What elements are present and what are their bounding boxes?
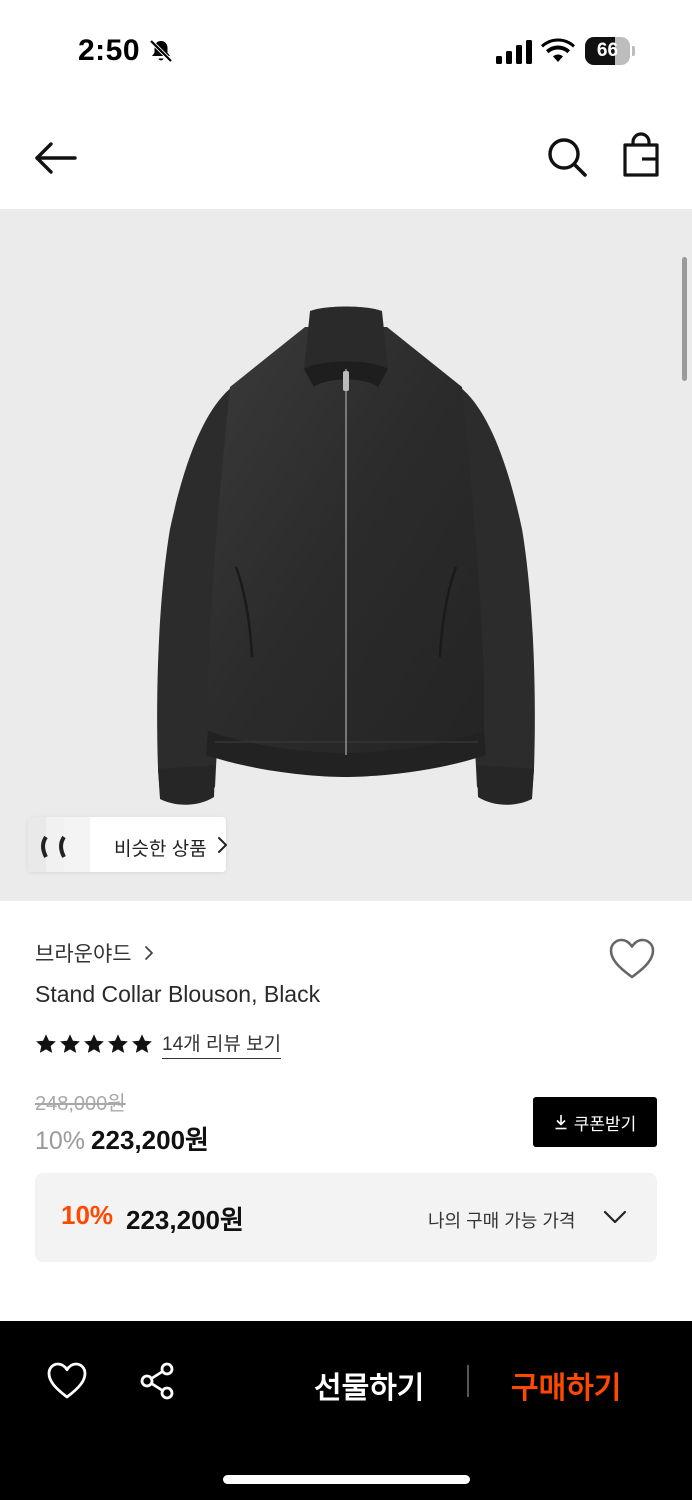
star-icon <box>132 1034 152 1053</box>
buy-button[interactable]: 구매하기 <box>511 1363 621 1407</box>
home-indicator[interactable] <box>223 1475 470 1484</box>
discount-rate: 10% <box>35 1127 86 1155</box>
bottom-action-bar: 선물하기 구매하기 <box>0 1321 692 1500</box>
rating-row: 14개 리뷰 보기 <box>35 1028 282 1060</box>
star-icon <box>60 1034 80 1053</box>
review-link[interactable]: 14개 리뷰 보기 <box>162 1029 282 1059</box>
chevron-right-icon <box>144 946 153 960</box>
similar-thumbnails <box>28 817 90 872</box>
coupon-label: 쿠폰받기 <box>573 1114 637 1134</box>
heart-icon[interactable] <box>46 1361 88 1401</box>
best-discount: 10% <box>61 1200 114 1230</box>
similar-products-label: 비슷한 상품 <box>114 839 207 860</box>
signal-icon <box>496 40 532 64</box>
star-icon <box>36 1034 56 1053</box>
star-icon <box>108 1034 128 1053</box>
gift-button[interactable]: 선물하기 <box>314 1363 424 1407</box>
search-icon[interactable] <box>544 134 590 180</box>
best-price-label: 나의 구매 가능 가격 <box>428 1211 576 1231</box>
best-price: 223,200원 <box>126 1205 244 1235</box>
brand-name: 브라운야드 <box>35 943 132 966</box>
sale-price: 223,200원 <box>91 1125 209 1155</box>
jacket-photo <box>157 306 535 805</box>
image-scroll-indicator <box>682 257 687 381</box>
brand-link[interactable]: 브라운야드 <box>35 938 154 968</box>
share-icon[interactable] <box>138 1361 178 1401</box>
chevron-right-icon <box>218 837 227 853</box>
back-arrow-icon[interactable] <box>32 136 80 180</box>
rating-stars <box>35 1033 153 1055</box>
battery-level: 66 <box>596 40 619 61</box>
shopping-bag-icon[interactable] <box>618 132 664 180</box>
star-icon <box>84 1034 104 1053</box>
status-time: 2:50 <box>78 34 141 67</box>
wifi-icon <box>541 38 575 62</box>
top-nav <box>0 110 692 206</box>
original-price: 248,000원 <box>35 1093 126 1115</box>
bell-slash-icon <box>149 39 173 63</box>
chevron-down-icon <box>603 1210 627 1224</box>
battery-icon: 66 <box>585 37 635 65</box>
coupon-button[interactable]: 쿠폰받기 <box>533 1097 657 1147</box>
divider <box>467 1365 469 1397</box>
similar-products-button[interactable]: 비슷한 상품 <box>28 817 227 872</box>
heart-icon[interactable] <box>608 937 656 981</box>
price-row: 10% 223,200원 <box>35 1120 209 1157</box>
product-image[interactable]: 비슷한 상품 <box>0 209 692 901</box>
product-name: Stand Collar Blouson, Black <box>35 981 321 1007</box>
best-price-box[interactable]: 10% 223,200원 나의 구매 가능 가격 <box>35 1173 657 1262</box>
status-bar: 2:50 66 <box>0 0 692 100</box>
download-icon <box>555 1115 567 1130</box>
